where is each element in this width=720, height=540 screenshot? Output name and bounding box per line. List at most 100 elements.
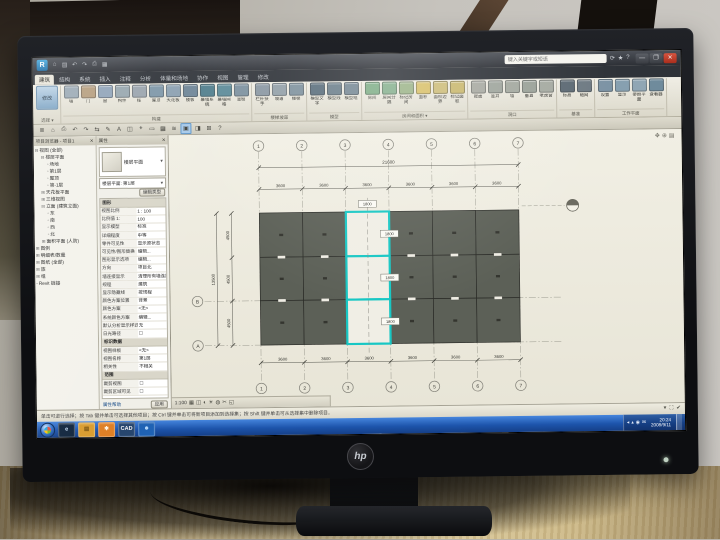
navigation-icon[interactable]: ▤ (669, 132, 675, 139)
ribbon-button[interactable]: 老虎窗 (538, 80, 554, 104)
toolbar-icon[interactable]: ⟳ (610, 55, 615, 62)
ribbon-button[interactable]: 面积 (415, 81, 431, 105)
ribbon-group-label[interactable]: 房间和面积 ▾ (364, 111, 465, 120)
ribbon-button[interactable]: 墙 (63, 85, 79, 109)
ribbon-button[interactable]: 显示 (614, 79, 630, 103)
taskbar-app-icon[interactable]: CAD (118, 421, 135, 436)
close-button[interactable]: ✕ (664, 53, 677, 63)
apply-button[interactable]: 应用 (151, 400, 168, 408)
ribbon-button[interactable]: 标高 (559, 79, 575, 103)
tool-strip-icon[interactable]: ↶ (70, 125, 79, 134)
property-value[interactable]: 1 : 100 (136, 208, 165, 213)
property-value[interactable]: 编辑... (138, 314, 167, 320)
tool-strip-icon[interactable]: A (114, 125, 123, 134)
close-icon[interactable]: ✕ (162, 137, 166, 143)
ribbon-button[interactable]: 模型组 (343, 82, 359, 106)
properties-help-link[interactable]: 属性帮助 (103, 401, 121, 407)
ribbon-button[interactable]: 竖梃 (233, 83, 249, 107)
property-value[interactable]: 编辑... (137, 257, 166, 263)
ribbon-tab[interactable]: 注释 (116, 73, 135, 84)
ribbon-button[interactable]: 栏杆扶手 (254, 83, 270, 107)
minimize-button[interactable]: — (636, 53, 649, 63)
ribbon-button[interactable]: 面积边界 (432, 81, 448, 105)
tool-strip-icon[interactable]: ≣ (37, 126, 46, 135)
revit-logo[interactable]: R (37, 60, 48, 71)
ribbon-group-label[interactable]: 工作平面 (597, 108, 664, 117)
property-value[interactable]: 背景 (137, 297, 166, 303)
view-control-icon[interactable]: ✂ (222, 400, 227, 406)
taskbar-clock[interactable]: 20:24 2008/9/11 (649, 417, 673, 428)
tool-strip-icon[interactable]: ✎ (103, 125, 112, 134)
property-value[interactable]: 100 (136, 216, 165, 221)
tool-strip-icon[interactable]: ≋ (169, 124, 178, 133)
toolbar-icon[interactable]: ▦ (101, 61, 109, 68)
ribbon-button[interactable]: 模型线 (326, 82, 342, 106)
toolbar-icon[interactable]: ⎙ (91, 61, 99, 68)
ribbon-button[interactable]: 楼梯 (288, 83, 304, 107)
type-selector[interactable]: 楼层平面: 第1层 ▾ (99, 177, 166, 189)
maximize-button[interactable]: ❐ (650, 53, 663, 63)
ribbon-button[interactable]: 房间 (364, 82, 380, 106)
floor-plan-svg[interactable]: 11223344556677BA216003600360036003600360… (169, 129, 685, 408)
property-value[interactable]: ☐ (138, 330, 167, 336)
property-value[interactable]: <无> (138, 347, 167, 353)
status-icon[interactable]: ▾ (664, 405, 667, 412)
ribbon-button[interactable]: 参照平面 (631, 78, 647, 102)
ribbon-tab[interactable]: 系统 (75, 74, 94, 85)
tool-strip-icon[interactable]: ◨ (193, 124, 202, 133)
ribbon-tab[interactable]: 管理 (233, 72, 252, 83)
toolbar-icon[interactable]: ★ (618, 55, 623, 62)
ribbon-button[interactable]: 楼板 (182, 84, 198, 108)
start-button[interactable] (40, 422, 55, 437)
property-value[interactable]: <无> (137, 306, 166, 312)
tool-strip-icon[interactable]: ▦ (158, 124, 167, 133)
tool-strip-icon[interactable]: ? (215, 124, 224, 133)
view-control-icon[interactable]: ☀ (209, 400, 214, 406)
view-control-icon[interactable]: ◍ (215, 400, 220, 406)
tool-strip-icon[interactable]: ▭ (147, 124, 156, 133)
toolbar-icon[interactable]: ⌂ (51, 62, 59, 69)
tool-strip-icon[interactable]: ⊞ (204, 124, 213, 133)
ribbon-button[interactable]: 标记面积 (449, 81, 465, 105)
show-desktop-button[interactable] (676, 414, 682, 430)
property-row[interactable]: 裁剪区域可见 ☐ (103, 388, 168, 397)
property-value[interactable]: 按规程 (137, 289, 166, 295)
ribbon-button[interactable]: 设置 (597, 79, 613, 103)
tool-strip-icon[interactable]: ◫ (125, 125, 134, 134)
properties-header[interactable]: 属性 ✕ (97, 135, 168, 145)
tray-icon[interactable]: ◂ (627, 420, 629, 425)
view-control-icon[interactable]: ◱ (229, 400, 234, 406)
taskbar-app-icon[interactable]: ▤ (78, 422, 95, 437)
edit-type-button[interactable]: 编辑类型 (139, 188, 165, 196)
property-value[interactable]: 标准 (136, 224, 165, 230)
property-value[interactable]: ☐ (139, 388, 168, 394)
search-input[interactable]: 键入关键字或短语 (505, 54, 607, 64)
ribbon-tab[interactable]: 建筑 (35, 74, 54, 85)
view-control-icon[interactable]: ▦ (189, 400, 194, 406)
toolbar-icon[interactable]: ? (626, 55, 629, 62)
ribbon-button[interactable]: 墙 (504, 80, 520, 104)
property-value[interactable]: 建筑 (137, 281, 166, 287)
ribbon-tab[interactable]: 插入 (95, 73, 114, 84)
tray-icon[interactable]: ▴ (631, 420, 633, 425)
ribbon-tab[interactable]: 协作 (193, 72, 212, 83)
tool-strip-icon[interactable]: ⌂ (48, 126, 57, 135)
toolbar-icon[interactable]: ▤ (61, 62, 69, 69)
property-value[interactable]: 项目北 (137, 265, 166, 271)
chevron-down-icon[interactable]: ▾ (160, 158, 163, 164)
ribbon-button[interactable]: 模型文字 (309, 82, 325, 106)
property-value[interactable]: 清理所有墙连接 (137, 273, 166, 279)
ribbon-group-label[interactable]: 基准 (559, 109, 592, 117)
ribbon-button[interactable]: 窗 (97, 85, 113, 109)
navigation-icon[interactable]: ⊕ (662, 132, 667, 139)
ribbon-group-label[interactable]: 楼梯坡道 (254, 113, 304, 122)
ribbon-button[interactable]: 查看器 (648, 78, 664, 102)
ribbon-button[interactable]: 房间分隔 (381, 82, 397, 106)
property-value[interactable]: 不相关 (138, 363, 167, 369)
taskbar-app-icon[interactable]: ☻ (138, 421, 155, 436)
ribbon-tab[interactable]: 视图 (213, 72, 232, 83)
type-preview[interactable]: 楼层平面 ▾ (99, 146, 166, 177)
ribbon-button[interactable]: 柱 (131, 85, 147, 109)
property-value[interactable]: 编辑... (137, 248, 166, 254)
tool-strip-icon[interactable]: ⎙ (59, 126, 68, 135)
